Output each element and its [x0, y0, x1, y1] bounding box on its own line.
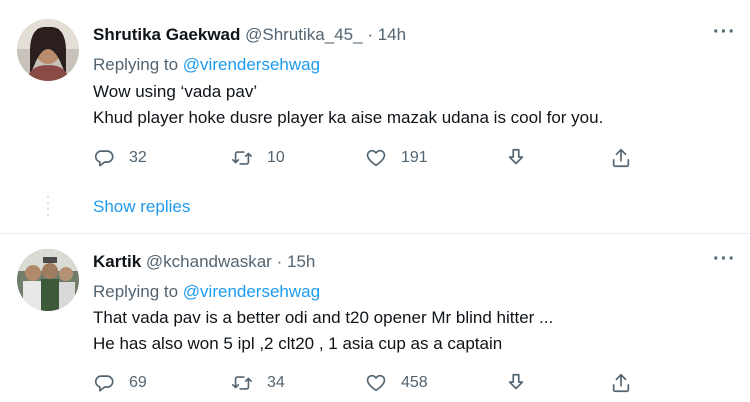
tweet-text-line: That vada pav is a better odi and t20 op…	[93, 308, 554, 327]
action-bar: 32 10 191	[93, 146, 653, 170]
timestamp[interactable]: 15h	[287, 252, 315, 271]
reply-icon	[94, 375, 114, 392]
retweet-icon	[232, 151, 252, 165]
share-icon	[612, 373, 630, 393]
replying-to: Replying to @virendersehwag	[93, 281, 320, 303]
mention-link[interactable]: @virendersehwag	[183, 55, 320, 74]
reply-count: 32	[129, 149, 147, 166]
like-button[interactable]: 191	[365, 146, 428, 170]
tweet-text: That vada pav is a better odi and t20 op…	[93, 305, 553, 357]
retweet-button[interactable]: 34	[231, 371, 285, 395]
tweet-text: Wow using ‘vada pav’ Khud player hoke du…	[93, 79, 603, 131]
tweet-header: Shrutika Gaekwad @Shrutika_45_ · 14h	[93, 24, 406, 46]
thread-connector	[46, 196, 50, 220]
divider	[0, 233, 750, 234]
author-name[interactable]: Kartik	[93, 252, 141, 271]
mention-link[interactable]: @virendersehwag	[183, 282, 320, 301]
more-icon[interactable]: ···	[713, 22, 736, 42]
separator: ·	[367, 25, 373, 44]
tweet-text-line: Khud player hoke dusre player ka aise ma…	[93, 108, 604, 127]
download-button[interactable]	[505, 146, 527, 170]
download-icon	[508, 148, 524, 165]
action-bar: 69 34 458	[93, 371, 653, 395]
share-icon	[612, 148, 630, 168]
retweet-icon	[232, 376, 252, 390]
retweet-button[interactable]: 10	[231, 146, 285, 170]
heart-icon	[366, 149, 386, 167]
separator: ·	[276, 252, 283, 271]
replying-prefix: Replying to	[93, 282, 179, 301]
author-handle[interactable]: @kchandwaskar	[146, 252, 272, 271]
replying-prefix: Replying to	[93, 55, 179, 74]
replying-to: Replying to @virendersehwag	[93, 54, 320, 76]
retweet-count: 10	[267, 149, 285, 166]
like-button[interactable]: 458	[365, 371, 428, 395]
download-icon	[508, 373, 524, 390]
retweet-count: 34	[267, 374, 285, 391]
show-replies-link[interactable]: Show replies	[93, 196, 190, 218]
author-name[interactable]: Shrutika Gaekwad	[93, 25, 240, 44]
download-button[interactable]	[505, 371, 527, 395]
tweet-header: Kartik @kchandwaskar · 15h	[93, 251, 315, 273]
author-handle[interactable]: @Shrutika_45_	[245, 25, 362, 44]
timestamp[interactable]: 14h	[378, 25, 406, 44]
avatar[interactable]	[17, 19, 79, 81]
tweet-text-line: Wow using ‘vada pav’	[93, 82, 258, 101]
share-button[interactable]	[610, 146, 632, 170]
like-count: 191	[401, 149, 428, 166]
reply-button[interactable]: 69	[93, 371, 147, 395]
reply-button[interactable]: 32	[93, 146, 147, 170]
tweet-text-line: He has also won 5 ipl ,2 clt20 , 1 asia …	[93, 334, 503, 353]
avatar[interactable]	[17, 249, 79, 311]
reply-icon	[94, 150, 114, 167]
heart-icon	[366, 374, 386, 392]
more-icon[interactable]: ···	[713, 249, 736, 269]
share-button[interactable]	[610, 371, 632, 395]
like-count: 458	[401, 374, 428, 391]
reply-count: 69	[129, 374, 147, 391]
